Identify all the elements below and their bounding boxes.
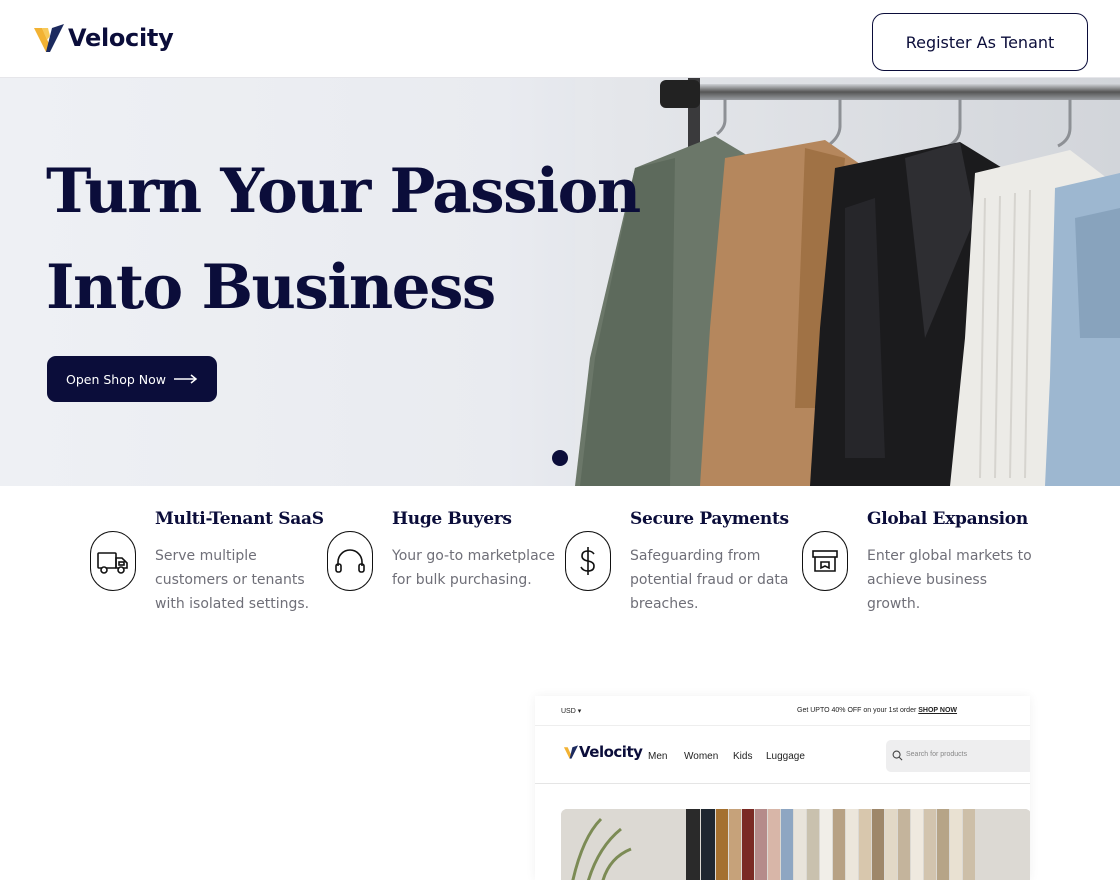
preview-promo: Get UPTO 40% OFF on your 1st order SHOP … [797, 707, 958, 714]
feature-global-expansion: Global Expansion Enter global markets to… [802, 486, 1032, 626]
open-shop-now-button[interactable]: Open Shop Now [47, 356, 217, 402]
preview-logo-text: Velocity [579, 743, 643, 761]
arrow-right-icon [174, 374, 198, 384]
truck-icon [90, 531, 136, 591]
preview-menu-men: Men [648, 751, 668, 762]
hero-headline-line1: Turn Your Passion [46, 156, 641, 227]
preview-logo-icon [563, 745, 579, 759]
store-box-icon [802, 531, 848, 591]
preview-menu-luggage: Luggage [766, 751, 805, 762]
preview-search: Search for products [886, 740, 1030, 772]
carousel-dot-active[interactable] [552, 450, 568, 466]
feature-title: Huge Buyers [392, 509, 512, 529]
velocity-logo[interactable]: Velocity [32, 22, 174, 54]
storefront-preview: USD ▾ Get UPTO 40% OFF on your 1st order… [535, 696, 1030, 880]
preview-search-placeholder: Search for products [906, 751, 968, 758]
features-section: Multi-Tenant SaaS Serve multiple custome… [0, 486, 1120, 636]
preview-banner-image [561, 809, 1030, 880]
preview-menu-kids: Kids [733, 751, 753, 762]
preview-shop-now-link: SHOP NOW [918, 707, 958, 714]
clothing-rack-photo [575, 78, 1120, 486]
dollar-icon [565, 531, 611, 591]
feature-description: Your go-to marketplace for bulk purchasi… [392, 548, 555, 588]
feature-multi-tenant: Multi-Tenant SaaS Serve multiple custome… [90, 486, 324, 626]
feature-description: Enter global markets to achieve business… [867, 548, 1032, 612]
preview-nav: Velocity Men Women Kids Luggage Search f… [535, 726, 1030, 784]
feature-description: Serve multiple customers or tenants with… [155, 548, 310, 612]
hero-headline: Turn Your Passion Into Business [46, 144, 641, 336]
open-shop-now-label: Open Shop Now [66, 371, 166, 387]
preview-currency: USD ▾ [561, 708, 582, 715]
preview-top-bar: USD ▾ Get UPTO 40% OFF on your 1st order… [535, 696, 1030, 726]
headphones-icon [327, 531, 373, 591]
logo-text: Velocity [68, 24, 174, 52]
feature-secure-payments: Secure Payments Safeguarding from potent… [565, 486, 795, 626]
feature-title: Multi-Tenant SaaS [155, 509, 324, 529]
preview-logo: Velocity [563, 743, 643, 761]
feature-huge-buyers: Huge Buyers Your go-to marketplace for b… [327, 486, 557, 626]
feature-description: Safeguarding from potential fraud or dat… [630, 548, 789, 612]
feature-title: Secure Payments [630, 509, 789, 529]
velocity-logo-icon [34, 24, 64, 52]
feature-title: Global Expansion [867, 509, 1028, 529]
search-icon [892, 750, 903, 761]
hero-banner: Turn Your Passion Into Business Open Sho… [0, 78, 1120, 486]
preview-menu-women: Women [684, 751, 719, 762]
register-as-tenant-button[interactable]: Register As Tenant [872, 13, 1088, 71]
site-header: Velocity Register As Tenant [0, 0, 1120, 78]
hero-headline-line2: Into Business [46, 252, 496, 323]
